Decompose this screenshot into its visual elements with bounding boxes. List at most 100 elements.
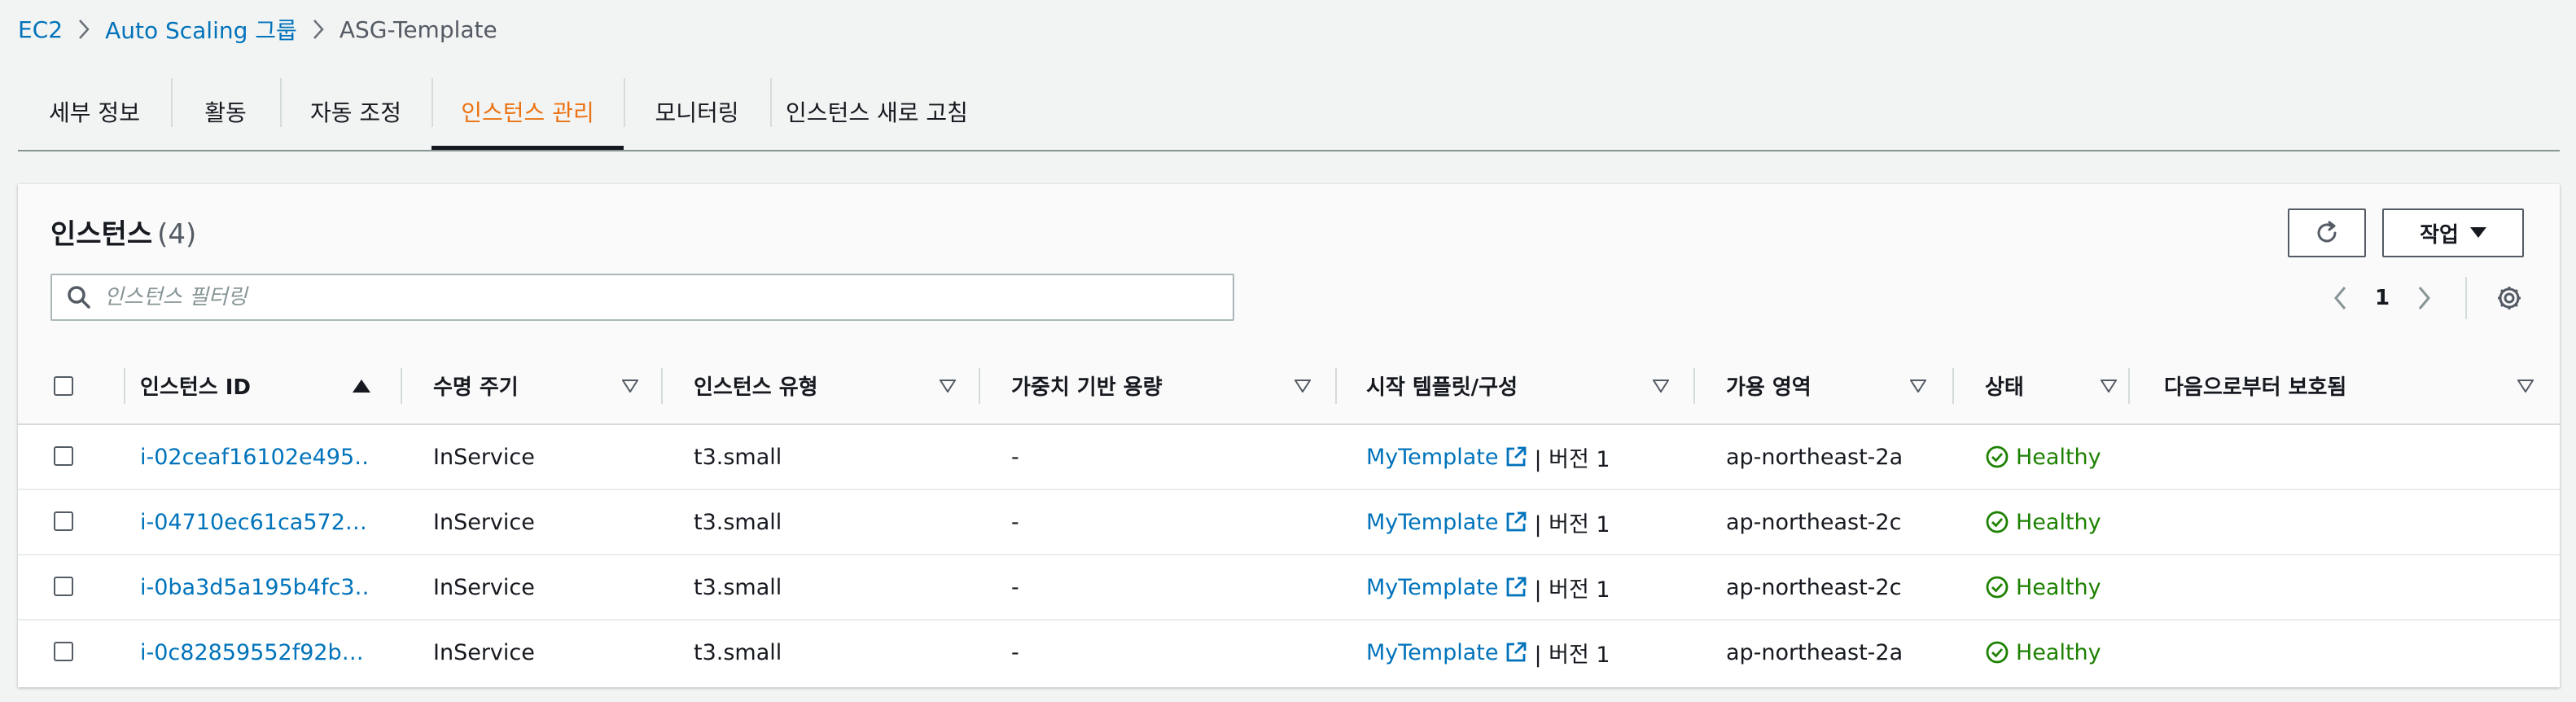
status-text: Healthy — [2016, 574, 2101, 600]
table-row[interactable]: i-0ba3d5a195b4fc3… InService t3.small - … — [18, 555, 2560, 621]
launch-template-cell: MyTemplate | 버전 1 — [1366, 490, 1610, 554]
column-header-protected-from[interactable]: 다음으로부터 보호됨 — [2164, 347, 2346, 423]
filter-search-box[interactable] — [50, 274, 1234, 321]
caret-down-icon — [2469, 227, 2486, 239]
status-cell: Healthy — [1985, 555, 2101, 619]
instance-count: (4) — [157, 218, 197, 251]
sort-icon[interactable] — [1293, 376, 1312, 396]
tab-monitoring[interactable]: 모니터링 — [624, 75, 770, 148]
template-link[interactable]: MyTemplate — [1366, 640, 1498, 665]
external-link-icon[interactable] — [1505, 576, 1527, 599]
column-header-availability-zone[interactable]: 가용 영역 — [1726, 347, 1812, 423]
status-cell: Healthy — [1985, 490, 2101, 554]
breadcrumb-asg-link[interactable]: Auto Scaling 그룹 — [105, 13, 297, 46]
check-circle-icon — [1985, 575, 2009, 599]
lifecycle-cell: InService — [433, 574, 535, 600]
template-link[interactable]: MyTemplate — [1366, 575, 1498, 600]
table-row[interactable]: i-02ceaf16102e495… InService t3.small - … — [18, 425, 2560, 490]
availability-zone-cell: ap-northeast-2c — [1726, 574, 1902, 600]
launch-template-cell: MyTemplate | 버전 1 — [1366, 425, 1610, 489]
template-version: | 버전 1 — [1534, 446, 1610, 472]
instance-type-cell: t3.small — [694, 444, 782, 470]
instance-id-link[interactable]: i-02ceaf16102e495… — [140, 425, 368, 489]
availability-zone-cell: ap-northeast-2a — [1726, 639, 1904, 665]
instance-id-link[interactable]: i-0ba3d5a195b4fc3… — [140, 555, 368, 619]
instance-id-link[interactable]: i-0c82859552f92b… — [140, 621, 368, 684]
sort-ascending-icon[interactable] — [352, 376, 371, 396]
sort-icon[interactable] — [620, 376, 640, 396]
tab-activity[interactable]: 활동 — [171, 75, 280, 148]
search-icon — [67, 285, 91, 309]
sort-icon[interactable] — [1908, 376, 1928, 396]
page-number[interactable]: 1 — [2358, 286, 2407, 310]
template-link[interactable]: MyTemplate — [1366, 445, 1498, 470]
lifecycle-cell: InService — [433, 639, 535, 665]
column-divider — [1335, 368, 1337, 404]
status-text: Healthy — [2016, 444, 2101, 470]
tab-instance-management[interactable]: 인스턴스 관리 — [432, 75, 624, 150]
status-cell: Healthy — [1985, 425, 2101, 489]
table-header: 인스턴스 ID 수명 주기 인스턴스 유형 가중치 기반 용량 시작 템플릿/구… — [18, 347, 2560, 425]
column-divider — [124, 368, 125, 404]
availability-zone-cell: ap-northeast-2c — [1726, 509, 1902, 535]
tab-instance-refresh[interactable]: 인스턴스 새로 고침 — [770, 75, 984, 148]
column-header-instance-id[interactable]: 인스턴스 ID — [140, 347, 251, 423]
column-label: 시작 템플릿/구성 — [1366, 375, 1518, 400]
actions-dropdown-button[interactable]: 작업 — [2382, 208, 2524, 257]
weighted-capacity-cell: - — [1011, 444, 1019, 470]
instance-id-link[interactable]: i-04710ec61ca572… — [140, 490, 368, 554]
column-header-lifecycle[interactable]: 수명 주기 — [433, 347, 519, 423]
template-version: | 버전 1 — [1534, 511, 1610, 537]
sort-icon[interactable] — [2099, 376, 2118, 396]
external-link-icon[interactable] — [1505, 445, 1527, 468]
column-header-instance-type[interactable]: 인스턴스 유형 — [694, 347, 818, 423]
weighted-capacity-cell: - — [1011, 639, 1019, 665]
refresh-button[interactable] — [2288, 208, 2366, 257]
row-checkbox[interactable] — [54, 511, 73, 531]
table-row[interactable]: i-04710ec61ca572… InService t3.small - M… — [18, 490, 2560, 555]
sort-icon[interactable] — [938, 376, 957, 396]
gear-icon[interactable] — [2493, 282, 2526, 314]
refresh-icon — [2313, 219, 2341, 247]
row-checkbox[interactable] — [54, 577, 73, 596]
row-checkbox[interactable] — [54, 446, 73, 466]
breadcrumb-ec2-link[interactable]: EC2 — [18, 16, 63, 43]
pagination-divider — [2465, 277, 2467, 319]
column-divider — [1952, 368, 1954, 404]
template-version: | 버전 1 — [1534, 642, 1610, 668]
tab-auto-scaling[interactable]: 자동 조정 — [280, 75, 432, 148]
column-divider — [1693, 368, 1695, 404]
instances-panel: 인스턴스 (4) 작업 인스턴스 필터링 1 인스턴스 ID 수명 주기 인스턴… — [18, 184, 2560, 687]
external-link-icon[interactable] — [1505, 641, 1527, 664]
select-all-checkbox[interactable] — [54, 376, 73, 396]
column-label: 가용 영역 — [1726, 375, 1812, 400]
column-header-launch-template[interactable]: 시작 템플릿/구성 — [1366, 347, 1518, 423]
template-link[interactable]: MyTemplate — [1366, 510, 1498, 535]
column-header-status[interactable]: 상태 — [1985, 347, 2024, 423]
chevron-right-icon — [297, 18, 340, 41]
column-divider — [401, 368, 402, 404]
instances-table: 인스턴스 ID 수명 주기 인스턴스 유형 가중치 기반 용량 시작 템플릿/구… — [18, 347, 2560, 686]
column-divider — [2128, 368, 2130, 404]
launch-template-cell: MyTemplate | 버전 1 — [1366, 621, 1610, 684]
column-header-weighted-capacity[interactable]: 가중치 기반 용량 — [1011, 347, 1163, 423]
row-checkbox[interactable] — [54, 642, 73, 661]
template-version: | 버전 1 — [1534, 577, 1610, 603]
check-circle-icon — [1985, 445, 2009, 469]
column-label: 수명 주기 — [433, 375, 519, 400]
sort-icon[interactable] — [2516, 376, 2535, 396]
check-circle-icon — [1985, 510, 2009, 534]
status-cell: Healthy — [1985, 621, 2101, 684]
sort-icon[interactable] — [1651, 376, 1671, 396]
chevron-left-icon[interactable] — [2322, 280, 2358, 316]
external-link-icon[interactable] — [1505, 511, 1527, 533]
pagination: 1 — [2322, 280, 2442, 316]
column-divider — [979, 368, 980, 404]
chevron-right-icon[interactable] — [2407, 280, 2442, 316]
chevron-right-icon — [63, 18, 105, 41]
status-text: Healthy — [2016, 509, 2101, 535]
panel-header: 인스턴스 (4) 작업 인스턴스 필터링 1 — [18, 184, 2560, 347]
table-row[interactable]: i-0c82859552f92b… InService t3.small - M… — [18, 621, 2560, 686]
filter-input[interactable] — [103, 284, 1197, 310]
tab-details[interactable]: 세부 정보 — [18, 75, 171, 148]
